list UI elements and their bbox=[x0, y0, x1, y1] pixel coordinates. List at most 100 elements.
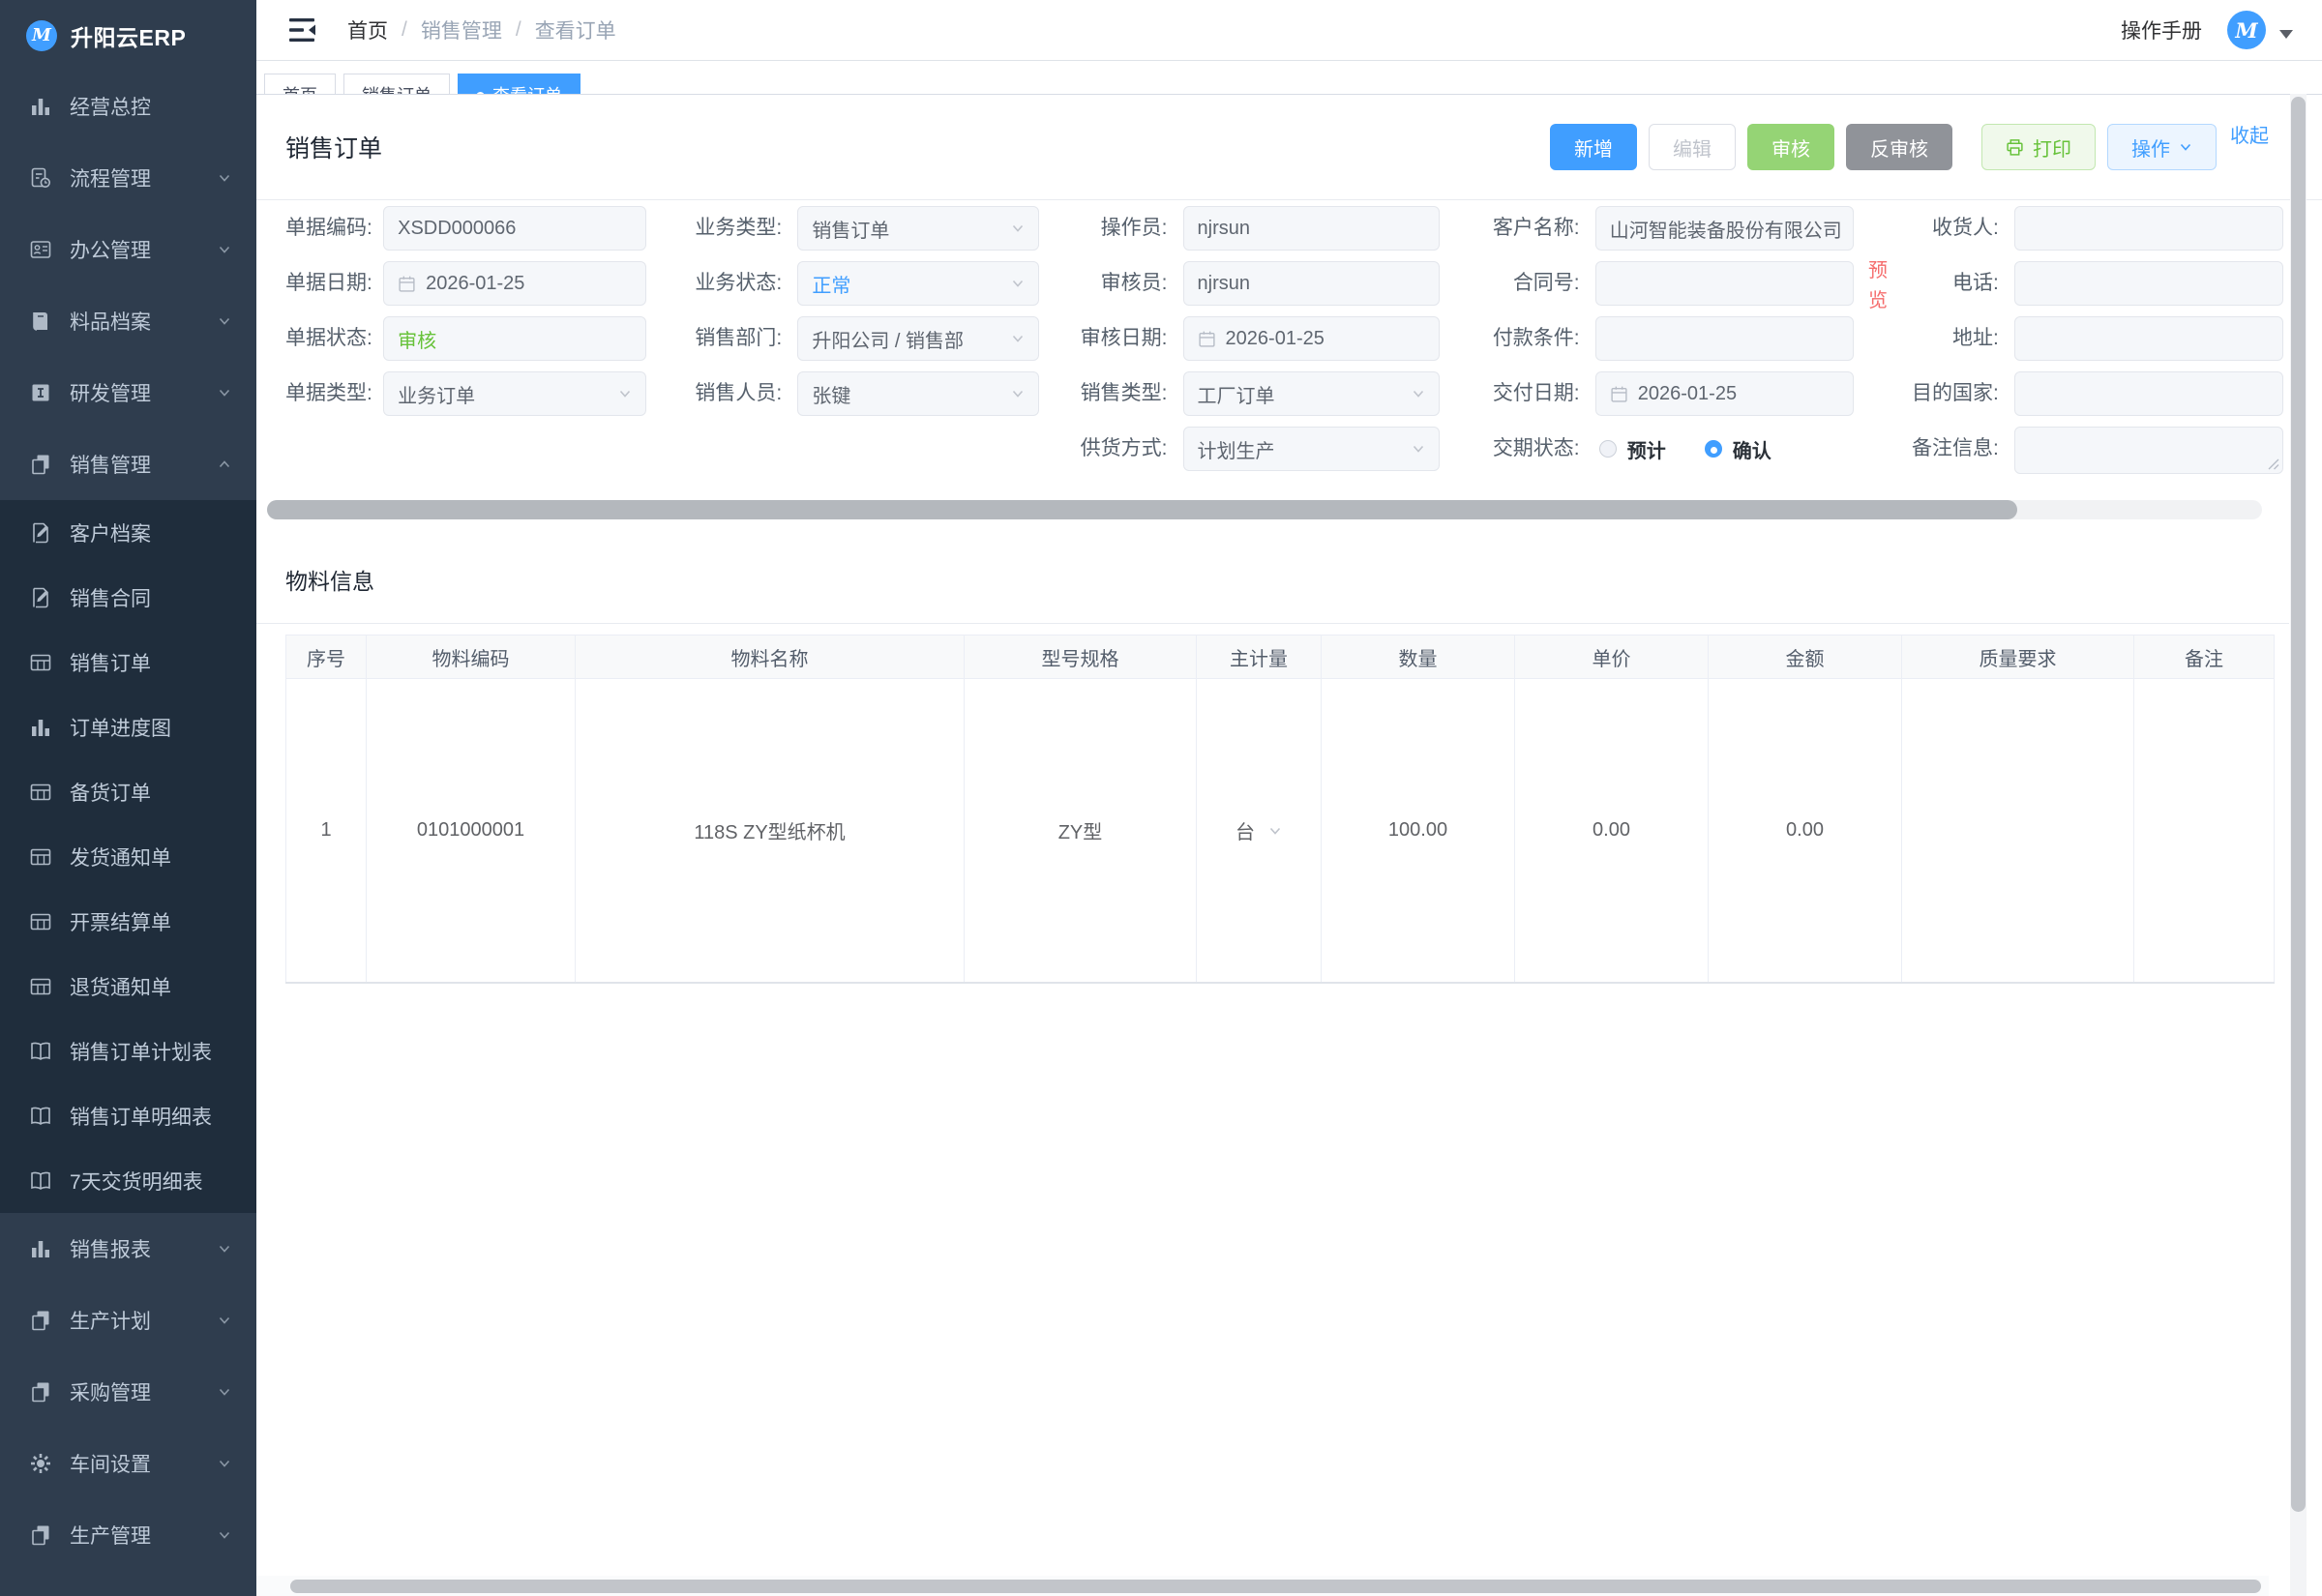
chevron-down-icon bbox=[1011, 387, 1025, 400]
horizontal-scrollbar-thumb[interactable] bbox=[267, 500, 2017, 519]
sidebar: M 升阳云ERP 经营总控 流程管理 办公管理 料品档案 研发管理 bbox=[0, 0, 256, 1596]
add-button[interactable]: 新增 bbox=[1550, 124, 1637, 170]
doc-code-field[interactable]: XSDD000066 bbox=[383, 206, 646, 251]
edit-button[interactable]: 编辑 bbox=[1649, 124, 1736, 170]
sales-person-select[interactable]: 张键 bbox=[797, 371, 1039, 416]
materials-title: 物料信息 bbox=[285, 563, 374, 596]
breadcrumb-current: 查看订单 bbox=[535, 15, 616, 44]
sales-submenu: 客户档案 销售合同 销售订单 订单进度图 备货订单 发货通知单 bbox=[0, 500, 256, 1213]
sidebar-item-process-mgmt[interactable]: 流程管理 bbox=[0, 142, 256, 214]
col-remark: 备注 bbox=[2134, 635, 2275, 679]
chevron-down-icon bbox=[218, 1314, 231, 1327]
biz-status-label: 业务状态: bbox=[649, 261, 794, 306]
resize-grip-icon[interactable] bbox=[2268, 458, 2279, 470]
supply-mode-select[interactable]: 计划生产 bbox=[1183, 427, 1440, 471]
audit-button[interactable]: 审核 bbox=[1747, 124, 1834, 170]
delivery-date-field[interactable]: 2026-01-25 bbox=[1595, 371, 1854, 416]
col-material-code: 物料编码 bbox=[367, 635, 576, 679]
sidebar-item-order-progress-chart[interactable]: 订单进度图 bbox=[0, 695, 256, 759]
biz-status-select[interactable]: 正常 bbox=[797, 261, 1039, 306]
radio-confirmed[interactable]: 确认 bbox=[1705, 435, 1771, 463]
sidebar-item-sales-order-detail[interactable]: 销售订单明细表 bbox=[0, 1083, 256, 1148]
sidebar-item-rnd-mgmt[interactable]: 研发管理 bbox=[0, 357, 256, 429]
chevron-down-icon bbox=[218, 171, 231, 185]
sidebar-item-production-plan[interactable]: 生产计划 bbox=[0, 1285, 256, 1356]
operator-field[interactable]: njrsun bbox=[1183, 206, 1440, 251]
cell-quality bbox=[1902, 679, 2134, 984]
phone-field[interactable] bbox=[2014, 261, 2283, 306]
calendar-icon bbox=[398, 275, 416, 293]
sidebar-item-invoice-settlement[interactable]: 开票结算单 bbox=[0, 889, 256, 954]
sidebar-item-purchase-mgmt[interactable]: 采购管理 bbox=[0, 1356, 256, 1428]
calendar-icon bbox=[1610, 385, 1628, 403]
chevron-down-icon bbox=[1011, 222, 1025, 235]
print-button[interactable]: 打印 bbox=[1981, 124, 2096, 170]
remark-textarea[interactable] bbox=[2014, 427, 2283, 474]
chevron-down-icon bbox=[1412, 442, 1425, 456]
contract-no-label: 合同号: bbox=[1443, 261, 1593, 306]
address-field[interactable] bbox=[2014, 316, 2283, 361]
user-menu-caret-icon[interactable] bbox=[2279, 30, 2293, 39]
sidebar-item-processing-workshop[interactable]: 加工车间 bbox=[0, 1571, 256, 1596]
chevron-down-icon bbox=[218, 1242, 231, 1256]
radio-estimated[interactable]: 预计 bbox=[1599, 435, 1666, 463]
sidebar-item-production-mgmt[interactable]: 生产管理 bbox=[0, 1499, 256, 1571]
audit-date-field[interactable]: 2026-01-25 bbox=[1183, 316, 1440, 361]
auditor-field[interactable]: njrsun bbox=[1183, 261, 1440, 306]
materials-section-header: 物料信息 bbox=[256, 535, 2289, 624]
sidebar-item-return-notice[interactable]: 退货通知单 bbox=[0, 954, 256, 1019]
cell-seq: 1 bbox=[286, 679, 367, 984]
process-doc-icon bbox=[29, 166, 52, 190]
vertical-scrollbar-thumb[interactable] bbox=[2291, 97, 2306, 1512]
payment-terms-field[interactable] bbox=[1595, 316, 1854, 361]
breadcrumb-sales-mgmt[interactable]: 销售管理 bbox=[421, 15, 502, 44]
unit-select[interactable]: 台 bbox=[1198, 816, 1320, 844]
table-row: 1 0101000001 118S ZY型纸杯机 ZY型 台 100.00 0.… bbox=[286, 679, 2275, 984]
sales-type-select[interactable]: 工厂订单 bbox=[1183, 371, 1440, 416]
book-icon bbox=[29, 310, 52, 333]
doc-date-field[interactable]: 2026-01-25 bbox=[383, 261, 646, 306]
sidebar-item-7day-delivery-detail[interactable]: 7天交货明细表 bbox=[0, 1148, 256, 1213]
biz-type-select[interactable]: 销售订单 bbox=[797, 206, 1039, 251]
sidebar-item-office-mgmt[interactable]: 办公管理 bbox=[0, 214, 256, 285]
delivery-status-label: 交期状态: bbox=[1443, 427, 1593, 471]
contract-no-field[interactable] bbox=[1595, 261, 1854, 306]
chevron-down-icon bbox=[1011, 277, 1025, 290]
manual-link[interactable]: 操作手册 bbox=[2121, 15, 2202, 44]
open-book-icon bbox=[29, 1169, 52, 1193]
sidebar-item-material-archive[interactable]: 料品档案 bbox=[0, 285, 256, 357]
sidebar-item-customer-archive[interactable]: 客户档案 bbox=[0, 500, 256, 565]
app-title: 升阳云ERP bbox=[71, 19, 186, 52]
sidebar-item-shipping-notice[interactable]: 发货通知单 bbox=[0, 824, 256, 889]
collapse-link[interactable]: 收起 bbox=[2230, 120, 2269, 148]
doc-type-select[interactable]: 业务订单 bbox=[383, 371, 646, 416]
actions-dropdown-button[interactable]: 操作 bbox=[2107, 124, 2217, 170]
dest-country-field[interactable] bbox=[2014, 371, 2283, 416]
cell-qty: 100.00 bbox=[1322, 679, 1515, 984]
sidebar-item-business-overview[interactable]: 经营总控 bbox=[0, 71, 256, 142]
sidebar-item-workshop-settings[interactable]: 车间设置 bbox=[0, 1428, 256, 1499]
sales-dept-select[interactable]: 升阳公司 / 销售部 bbox=[797, 316, 1039, 361]
sidebar-item-sales-report[interactable]: 销售报表 bbox=[0, 1213, 256, 1285]
breadcrumb-home[interactable]: 首页 bbox=[347, 15, 388, 44]
horizontal-scrollbar-thumb[interactable] bbox=[290, 1580, 2261, 1593]
table-icon bbox=[29, 651, 52, 674]
calendar-icon bbox=[1198, 330, 1216, 348]
sidebar-item-sales-contract[interactable]: 销售合同 bbox=[0, 565, 256, 630]
preview-link[interactable]: 预览 bbox=[1865, 256, 1890, 316]
customer-field[interactable]: 山河智能装备股份有限公司 bbox=[1595, 206, 1854, 251]
pages-icon bbox=[29, 1309, 52, 1332]
consignee-field[interactable] bbox=[2014, 206, 2283, 251]
chevron-down-icon bbox=[218, 1457, 231, 1470]
doc-status-field[interactable]: 审核 bbox=[383, 316, 646, 361]
sidebar-item-sales-order-plan[interactable]: 销售订单计划表 bbox=[0, 1019, 256, 1083]
sidebar-fold-icon[interactable] bbox=[289, 17, 318, 43]
supply-mode-label: 供货方式: bbox=[1042, 427, 1179, 471]
sidebar-item-stock-order[interactable]: 备货订单 bbox=[0, 759, 256, 824]
user-avatar[interactable]: M bbox=[2227, 11, 2266, 49]
sidebar-item-sales-order[interactable]: 销售订单 bbox=[0, 630, 256, 695]
unaudit-button[interactable]: 反审核 bbox=[1846, 124, 1952, 170]
table-icon bbox=[29, 845, 52, 869]
panel-header: 销售订单 新增 编辑 审核 反审核 打印 操作 收起 bbox=[256, 95, 2322, 200]
sidebar-item-sales-mgmt[interactable]: 销售管理 bbox=[0, 429, 256, 500]
